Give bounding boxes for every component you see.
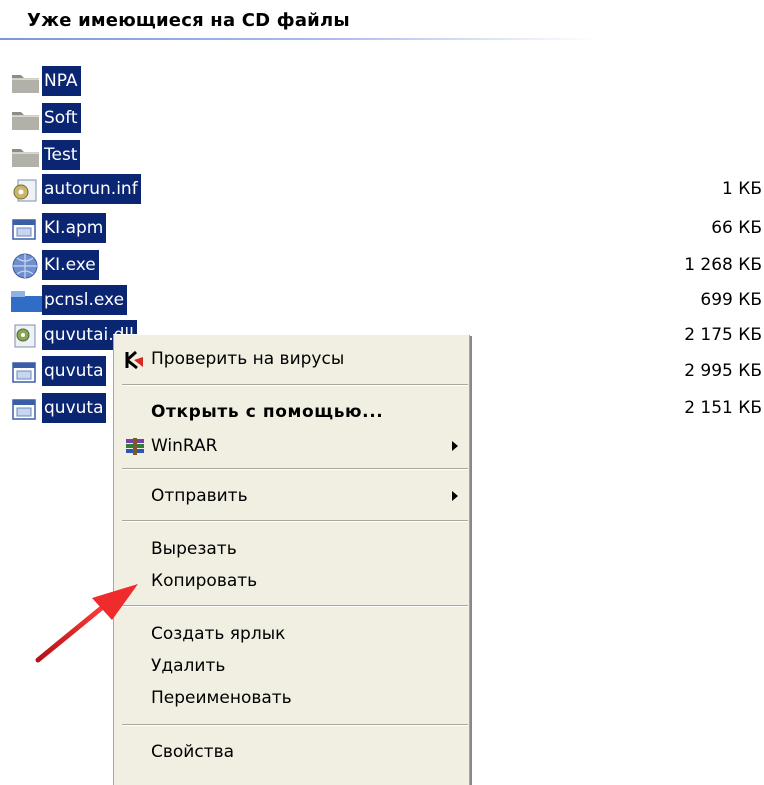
annotation-arrow-icon bbox=[35, 584, 138, 663]
